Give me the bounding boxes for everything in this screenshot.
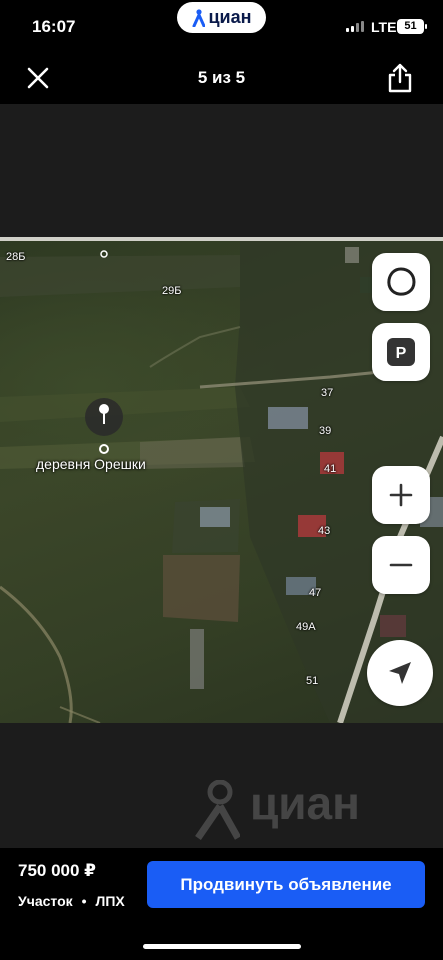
status-bar: 16:07 циан LTE 51: [0, 0, 443, 52]
gallery-header: 5 из 5: [0, 52, 443, 104]
house-number: 49А: [296, 621, 316, 633]
network-type: LTE: [371, 19, 397, 35]
house-number: 28Б: [6, 251, 26, 263]
share-icon[interactable]: [385, 62, 415, 94]
satellite-map-image[interactable]: 28Б 29Б 37 39 41 43 47 49А 51 деревня Ор…: [0, 237, 443, 723]
signal-icon: [346, 21, 364, 32]
map-layers-button[interactable]: [372, 253, 430, 311]
zoom-in-icon: [389, 483, 413, 507]
listing-meta: Участок • ЛПХ: [18, 893, 125, 909]
cian-watermark-icon: [195, 780, 240, 840]
house-number: 39: [319, 425, 332, 437]
page-counter: 5 из 5: [197, 68, 246, 87]
house-number: 47: [309, 587, 322, 599]
location-arrow-icon: [389, 662, 411, 684]
cian-logo-icon: [192, 8, 206, 27]
battery-level: 51: [404, 20, 417, 32]
svg-text:P: P: [396, 345, 407, 362]
map-parking-button[interactable]: P: [372, 323, 430, 381]
status-time: 16:07: [32, 17, 76, 36]
house-number: 51: [306, 675, 319, 687]
listing-type: Участок: [18, 893, 73, 909]
place-label: деревня Орешки: [36, 456, 146, 472]
house-number: 43: [318, 525, 331, 537]
promote-listing-button[interactable]: Продвинуть объявление: [147, 861, 425, 908]
zoom-in-button[interactable]: [372, 466, 430, 524]
house-number: 29Б: [162, 285, 182, 297]
home-indicator[interactable]: [143, 944, 301, 949]
house-number: 41: [324, 463, 337, 475]
listing-category: ЛПХ: [95, 893, 125, 909]
parking-icon: P: [387, 338, 415, 366]
zoom-out-icon: [389, 563, 413, 567]
brand-label: циан: [208, 7, 252, 27]
listing-bottom-bar: 750 000 ₽ Участок • ЛПХ Продвинуть объяв…: [0, 848, 443, 960]
meta-separator: •: [81, 893, 87, 909]
zoom-out-button[interactable]: [372, 536, 430, 594]
house-number: 37: [321, 387, 334, 399]
brand-pill[interactable]: циан: [177, 2, 266, 33]
my-location-button[interactable]: [367, 640, 433, 706]
layers-icon: [387, 267, 416, 296]
listing-price: 750 000 ₽: [18, 861, 97, 880]
watermark-brand: циан: [250, 777, 360, 829]
battery-icon: 51: [397, 19, 427, 34]
